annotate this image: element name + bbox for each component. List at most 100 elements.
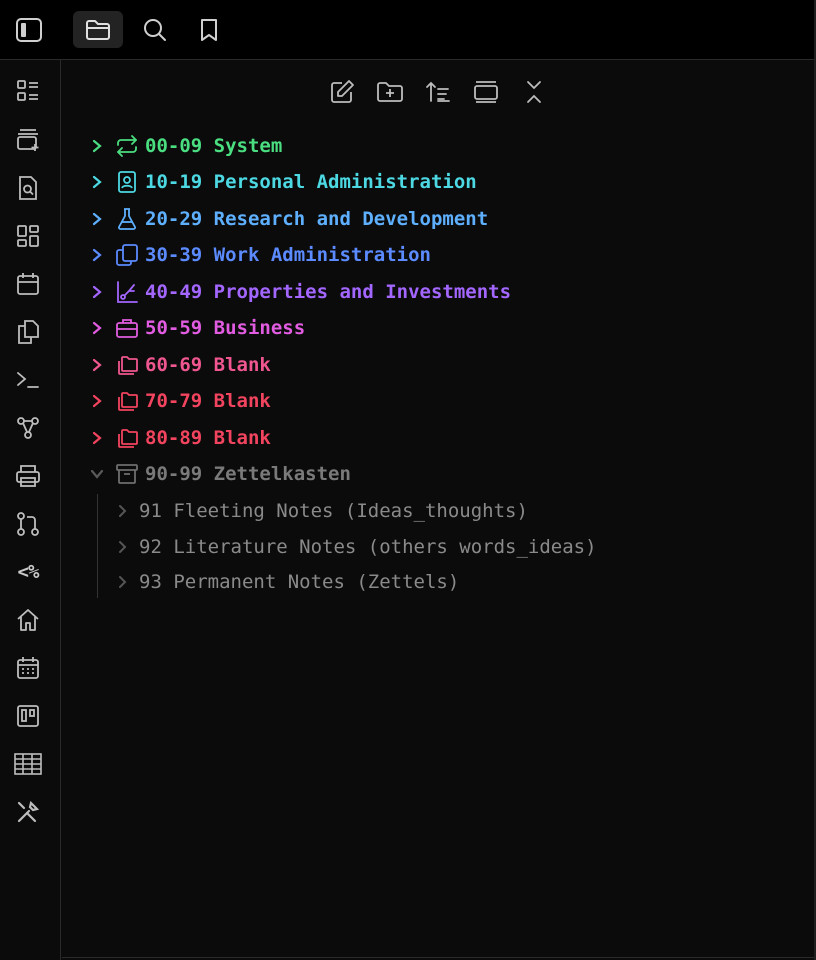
folder-60-69[interactable]: 60-69 Blank [82, 347, 271, 383]
folder-plus-icon [376, 80, 404, 104]
copy-files-icon [16, 319, 40, 345]
folder-title: 40-49 Properties and Investments [145, 281, 512, 303]
chevron-right-icon[interactable] [110, 575, 134, 589]
chevron-right-icon[interactable] [82, 175, 112, 189]
dashboard-list-icon [16, 79, 40, 103]
search-tab[interactable] [130, 11, 180, 48]
home-icon [16, 608, 40, 632]
chevron-right-icon[interactable] [110, 540, 134, 554]
folder-20-29[interactable]: 20-29 Research and Development [82, 201, 488, 237]
chevron-right-icon[interactable] [82, 212, 112, 226]
chevron-right-icon[interactable] [82, 248, 112, 262]
ribbon-kanban[interactable] [10, 698, 46, 734]
folder-title: 90-99 Zettelkasten [145, 463, 351, 485]
briefcase-icon [112, 317, 142, 339]
ribbon-file-search[interactable] [10, 170, 46, 206]
folder-70-79[interactable]: 70-79 Blank [82, 383, 271, 419]
ribbon-table[interactable] [10, 746, 46, 782]
kanban-icon [16, 704, 40, 728]
left-ribbon: <% [0, 60, 61, 960]
folder-30-39[interactable]: 30-39 Work Administration [82, 237, 431, 273]
templater-icon: <% [17, 561, 40, 583]
collapse-all-button[interactable] [514, 72, 554, 112]
layout-grid-icon [16, 224, 40, 248]
print-icon [15, 464, 41, 488]
folder-title: 30-39 Work Administration [145, 244, 431, 266]
title-bar [0, 0, 814, 60]
auto-reveal-button[interactable] [466, 72, 506, 112]
chevron-right-icon[interactable] [110, 504, 134, 518]
folder-title: 70-79 Blank [145, 390, 271, 412]
ribbon-layout-grid[interactable] [10, 218, 46, 254]
collapse-icon [523, 79, 545, 105]
ribbon-tools[interactable] [10, 794, 46, 830]
folder-00-09[interactable]: 00-09 System [82, 128, 282, 164]
search-icon [142, 17, 168, 43]
folder-90-99[interactable]: 90-99 Zettelkasten [82, 456, 351, 492]
sort-button[interactable] [418, 72, 458, 112]
repeat-icon [112, 134, 142, 158]
folder-10-19[interactable]: 10-19 Personal Administration [82, 164, 477, 200]
chevron-right-icon[interactable] [82, 431, 112, 445]
bookmarks-tab[interactable] [184, 11, 234, 48]
tools-icon [15, 799, 41, 825]
ribbon-copy-files[interactable] [10, 314, 46, 350]
ribbon-home[interactable] [10, 602, 46, 638]
calendar-days-icon [16, 656, 40, 680]
new-folder-button[interactable] [370, 72, 410, 112]
chevron-right-icon[interactable] [82, 394, 112, 408]
subfolder-title: 92 Literature Notes (others words_ideas) [139, 536, 597, 558]
sort-icon [425, 79, 451, 105]
chart-icon [112, 280, 142, 304]
subfolder-92[interactable]: 92 Literature Notes (others words_ideas) [110, 530, 597, 564]
terminal-icon [15, 369, 41, 391]
subfolder-93[interactable]: 93 Permanent Notes (Zettels) [110, 565, 459, 599]
reveal-icon [473, 80, 499, 104]
folder-title: 00-09 System [145, 135, 283, 157]
subfolder-title: 91 Fleeting Notes (Ideas_thoughts) [139, 500, 528, 522]
ribbon-calendar[interactable] [10, 266, 46, 302]
graph-view-icon [16, 416, 40, 440]
chevron-right-icon[interactable] [82, 321, 112, 335]
ribbon-new-canvas[interactable] [10, 122, 46, 158]
chevron-right-icon[interactable] [82, 285, 112, 299]
folder-title: 50-59 Business [145, 317, 306, 339]
ribbon-terminal[interactable] [10, 362, 46, 398]
new-canvas-icon [15, 127, 41, 153]
ribbon-calendar-days[interactable] [10, 650, 46, 686]
subfolder-91[interactable]: 91 Fleeting Notes (Ideas_thoughts) [110, 494, 528, 528]
toggle-sidebar-button[interactable] [4, 11, 54, 48]
edit-icon [329, 79, 355, 105]
ribbon-dashboard[interactable] [10, 73, 46, 109]
folder-50-59[interactable]: 50-59 Business [82, 310, 305, 346]
calendar-icon [16, 272, 40, 296]
table-icon [14, 752, 42, 776]
indent-guide [97, 494, 98, 598]
folder-80-89[interactable]: 80-89 Blank [82, 420, 271, 456]
archive-icon [112, 463, 142, 485]
bookmark-icon [198, 17, 220, 43]
copy-icon [112, 243, 142, 267]
chevron-right-icon[interactable] [82, 139, 112, 153]
folders-icon [112, 390, 142, 412]
ribbon-graph-view[interactable] [10, 410, 46, 446]
folder-title: 80-89 Blank [145, 427, 271, 449]
chevron-down-icon[interactable] [82, 468, 112, 480]
folder-title: 60-69 Blank [145, 354, 271, 376]
folders-icon [112, 354, 142, 376]
file-search-icon [16, 175, 40, 201]
folder-title: 20-29 Research and Development [145, 208, 489, 230]
subfolder-title: 93 Permanent Notes (Zettels) [139, 571, 460, 593]
ribbon-print[interactable] [10, 458, 46, 494]
folders-icon [112, 427, 142, 449]
status-divider [62, 957, 814, 958]
git-pull-request-icon [16, 511, 40, 537]
file-explorer-tab[interactable] [73, 11, 123, 48]
sidebar-panel-icon [15, 17, 43, 43]
chevron-right-icon[interactable] [82, 358, 112, 372]
new-note-button[interactable] [322, 72, 362, 112]
ribbon-templater[interactable]: <% [10, 554, 46, 590]
ribbon-git[interactable] [10, 506, 46, 542]
contact-icon [112, 170, 142, 194]
folder-40-49[interactable]: 40-49 Properties and Investments [82, 274, 511, 310]
